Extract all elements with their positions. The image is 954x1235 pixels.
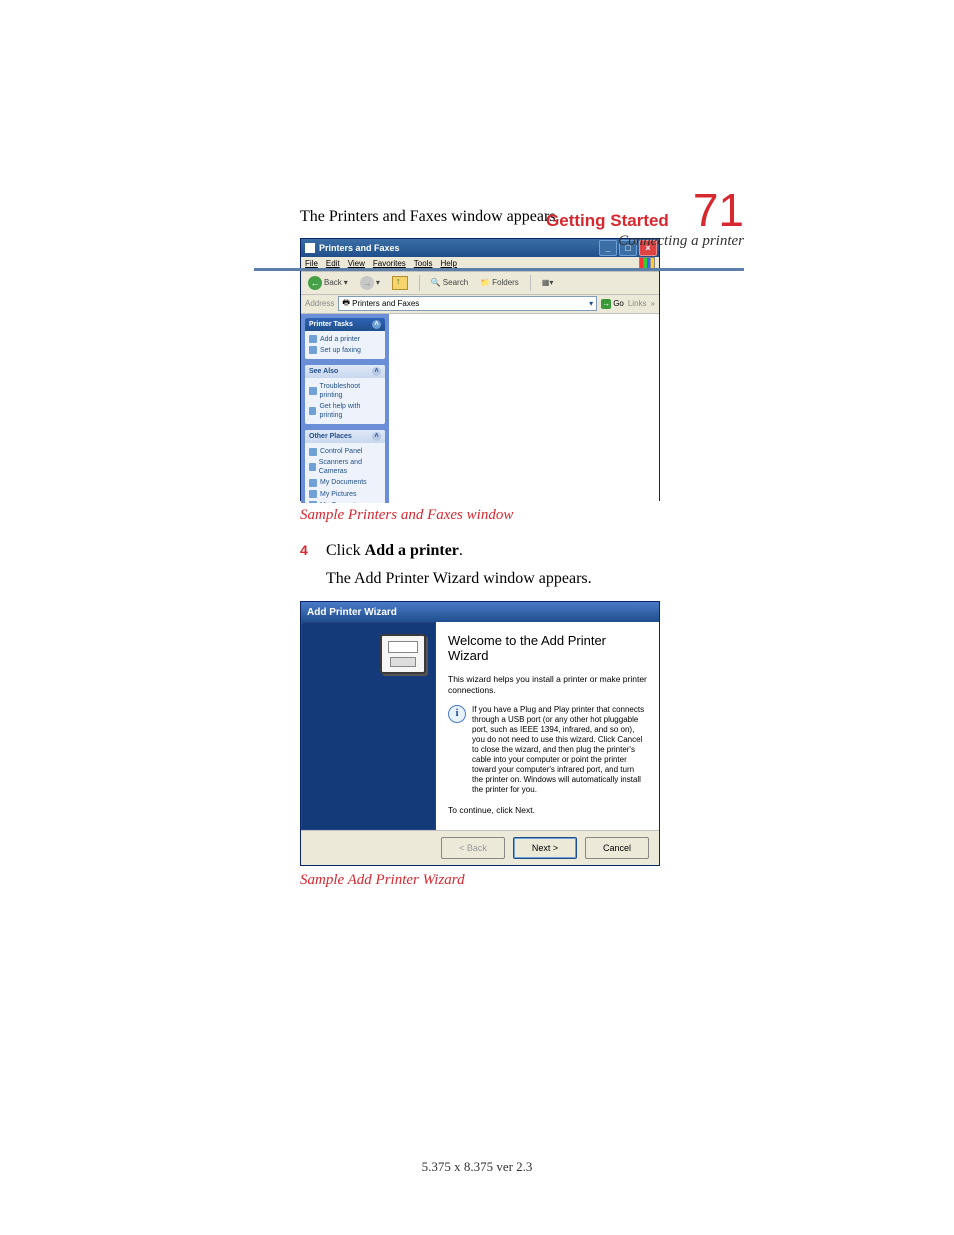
camera-icon	[309, 463, 316, 471]
step-4-row: 4 Click Add a printer.	[300, 542, 744, 560]
printer-graphic-icon	[380, 634, 426, 674]
panel-other-places: Other Places ˄ Control Panel Scanners an…	[305, 430, 385, 502]
pictures-icon	[309, 490, 317, 498]
panel-header-printer-tasks[interactable]: Printer Tasks ˄	[305, 318, 385, 331]
fax-icon	[309, 346, 317, 354]
go-arrow-icon: →	[601, 299, 611, 309]
back-button: < Back	[441, 837, 505, 859]
help-icon	[309, 387, 317, 395]
pf-toolbar: ← Back ▾ → ▾ 🔍 Search 📁 Folders ▦▾	[301, 272, 659, 295]
chevron-up-icon: ˄	[372, 432, 381, 441]
address-input[interactable]: 🖶 Printers and Faxes ▾	[338, 296, 597, 311]
step-4-text: Click Add a printer.	[326, 542, 463, 560]
after-step4-line: The Add Printer Wizard window appears.	[326, 568, 744, 590]
apw-titlebar: Add Printer Wizard	[301, 602, 659, 622]
go-button[interactable]: → Go	[601, 299, 624, 309]
folder-up-icon	[392, 276, 408, 290]
chevron-up-icon: ˄	[372, 367, 381, 376]
address-label: Address	[305, 299, 334, 308]
pf-main-area	[389, 314, 659, 503]
apw-main: Welcome to the Add Printer Wizard This w…	[436, 622, 659, 830]
address-printer-icon: 🖶	[342, 297, 350, 311]
apw-footer: < Back Next > Cancel	[301, 831, 659, 865]
page-header: Getting Started 71 Connecting a printer	[546, 190, 744, 250]
info-icon: i	[448, 705, 466, 723]
menu-favorites[interactable]: Favorites	[373, 259, 406, 268]
panel-see-also: See Also ˄ Troubleshoot printing Get hel…	[305, 365, 385, 424]
chapter-title: Getting Started	[546, 211, 669, 231]
cancel-button[interactable]: Cancel	[585, 837, 649, 859]
sidebar-item-my-documents[interactable]: My Documents	[309, 477, 381, 488]
up-button[interactable]	[389, 275, 411, 291]
menu-view[interactable]: View	[348, 259, 365, 268]
page-number: 71	[693, 190, 744, 231]
back-arrow-icon: ←	[308, 276, 322, 290]
apw-title-text: Add Printer Wizard	[307, 607, 397, 618]
sidebar-item-get-help[interactable]: Get help with printing	[309, 401, 381, 421]
printer-icon	[305, 243, 315, 253]
sidebar-item-control-panel[interactable]: Control Panel	[309, 446, 381, 457]
forward-arrow-icon: →	[360, 276, 374, 290]
chevron-up-icon: ˄	[372, 320, 381, 329]
sidebar-item-add-printer[interactable]: Add a printer	[309, 334, 381, 345]
apw-welcome-heading: Welcome to the Add Printer Wizard	[448, 634, 647, 664]
panel-header-see-also[interactable]: See Also ˄	[305, 365, 385, 378]
section-title: Connecting a printer	[546, 233, 744, 250]
apw-window: Add Printer Wizard Welcome to the Add Pr…	[300, 601, 660, 866]
step-4-number: 4	[300, 542, 326, 558]
add-printer-icon	[309, 335, 317, 343]
toolbar-separator	[419, 275, 420, 291]
pf-window: Printers and Faxes _ □ × File Edit View …	[300, 238, 660, 501]
links-label: Links	[628, 299, 647, 308]
header-divider	[254, 268, 744, 271]
pf-addressbar: Address 🖶 Printers and Faxes ▾ → Go Link…	[301, 295, 659, 314]
forward-button[interactable]: → ▾	[357, 275, 383, 291]
computer-icon	[309, 501, 317, 502]
apw-info-text: If you have a Plug and Play printer that…	[472, 705, 647, 795]
search-button[interactable]: 🔍 Search	[428, 277, 471, 288]
sidebar-item-my-pictures[interactable]: My Pictures	[309, 489, 381, 500]
document-page: Getting Started 71 Connecting a printer …	[0, 0, 954, 1235]
menu-edit[interactable]: Edit	[326, 259, 340, 268]
apw-help-text: This wizard helps you install a printer …	[448, 674, 647, 695]
printers-faxes-screenshot: Printers and Faxes _ □ × File Edit View …	[300, 238, 744, 501]
sidebar-item-setup-faxing[interactable]: Set up faxing	[309, 345, 381, 356]
panel-header-other-places[interactable]: Other Places ˄	[305, 430, 385, 443]
panel-printer-tasks: Printer Tasks ˄ Add a printer Set up fax…	[305, 318, 385, 359]
pf-body: Printer Tasks ˄ Add a printer Set up fax…	[301, 314, 659, 503]
apw-body: Welcome to the Add Printer Wizard This w…	[301, 622, 659, 831]
sidebar-item-troubleshoot[interactable]: Troubleshoot printing	[309, 381, 381, 401]
control-panel-icon	[309, 448, 317, 456]
folder-icon	[309, 479, 317, 487]
sidebar-item-my-computer[interactable]: My Computer	[309, 500, 381, 503]
views-button[interactable]: ▦▾	[539, 277, 557, 288]
add-printer-wizard-screenshot: Add Printer Wizard Welcome to the Add Pr…	[300, 601, 744, 866]
caption-printers-faxes: Sample Printers and Faxes window	[300, 507, 744, 524]
pf-title-text: Printers and Faxes	[319, 243, 400, 253]
pf-sidebar: Printer Tasks ˄ Add a printer Set up fax…	[301, 314, 389, 503]
apw-side-graphic	[301, 622, 436, 830]
sidebar-item-scanners-cameras[interactable]: Scanners and Cameras	[309, 457, 381, 477]
page-footer: 5.375 x 8.375 ver 2.3	[0, 1159, 954, 1175]
menu-help[interactable]: Help	[440, 259, 456, 268]
help-icon	[309, 407, 316, 415]
apw-info-block: i If you have a Plug and Play printer th…	[448, 705, 647, 795]
back-button[interactable]: ← Back ▾	[305, 275, 351, 291]
apw-continue-text: To continue, click Next.	[448, 805, 647, 815]
toolbar-separator-2	[530, 275, 531, 291]
caption-add-printer-wizard: Sample Add Printer Wizard	[300, 872, 744, 889]
address-dropdown-icon[interactable]: ▾	[589, 299, 593, 308]
menu-tools[interactable]: Tools	[414, 259, 433, 268]
folders-button[interactable]: 📁 Folders	[477, 277, 522, 288]
menu-file[interactable]: File	[305, 259, 318, 268]
links-chevron-icon[interactable]: »	[651, 299, 655, 308]
next-button[interactable]: Next >	[513, 837, 577, 859]
